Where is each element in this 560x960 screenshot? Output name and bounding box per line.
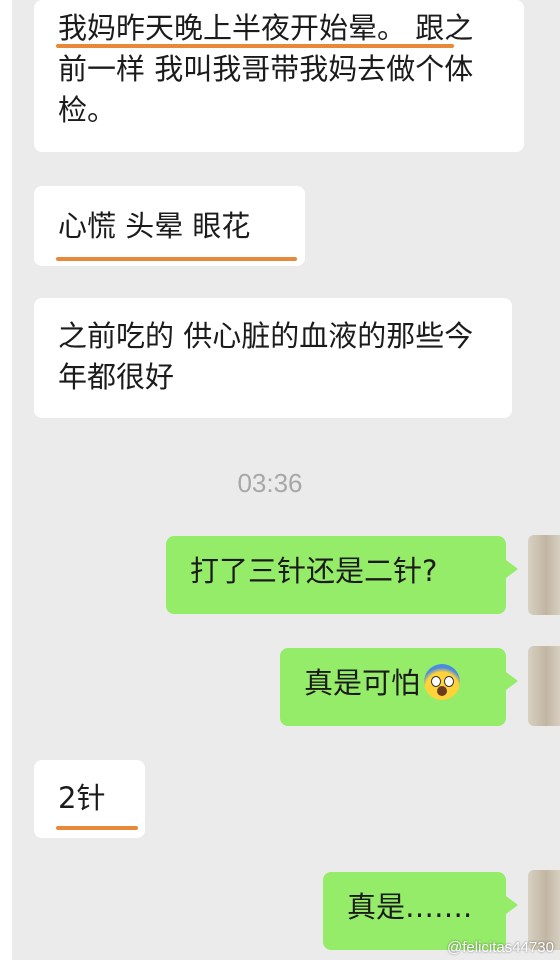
message-text: 真是……. xyxy=(347,890,473,924)
incoming-message-bubble[interactable]: 之前吃的 供心脏的血液的那些今年都很好 xyxy=(34,298,512,418)
weibo-watermark: @felicitas44730 xyxy=(447,939,554,956)
highlight-underline xyxy=(56,44,454,48)
user-avatar[interactable] xyxy=(528,535,560,615)
incoming-message-bubble[interactable]: 我妈昨天晚上半夜开始晕。 跟之前一样 我叫我哥带我妈去做个体检。 xyxy=(34,0,524,152)
screaming-face-emoji-icon xyxy=(424,664,461,700)
message-timestamp: 03:36 xyxy=(237,468,303,498)
incoming-message-bubble[interactable]: 心慌 头晕 眼花 xyxy=(34,186,305,266)
user-avatar[interactable] xyxy=(528,646,560,726)
user-avatar[interactable] xyxy=(528,870,560,950)
message-text: 心慌 头晕 眼花 xyxy=(58,209,251,243)
message-text: 之前吃的 供心脏的血液的那些今年都很好 xyxy=(58,319,474,394)
highlight-underline xyxy=(56,257,297,261)
message-text: 2针 xyxy=(58,781,106,815)
highlight-underline xyxy=(56,826,138,830)
message-text: 我妈昨天晚上半夜开始晕。 跟之前一样 我叫我哥带我妈去做个体检。 xyxy=(58,11,474,127)
message-text: 打了三针还是二针? xyxy=(190,554,438,588)
outgoing-message-bubble[interactable]: 真是可怕 xyxy=(280,648,518,726)
message-text: 真是可怕 xyxy=(304,666,421,700)
outgoing-message-bubble[interactable]: 打了三针还是二针? xyxy=(166,536,518,614)
